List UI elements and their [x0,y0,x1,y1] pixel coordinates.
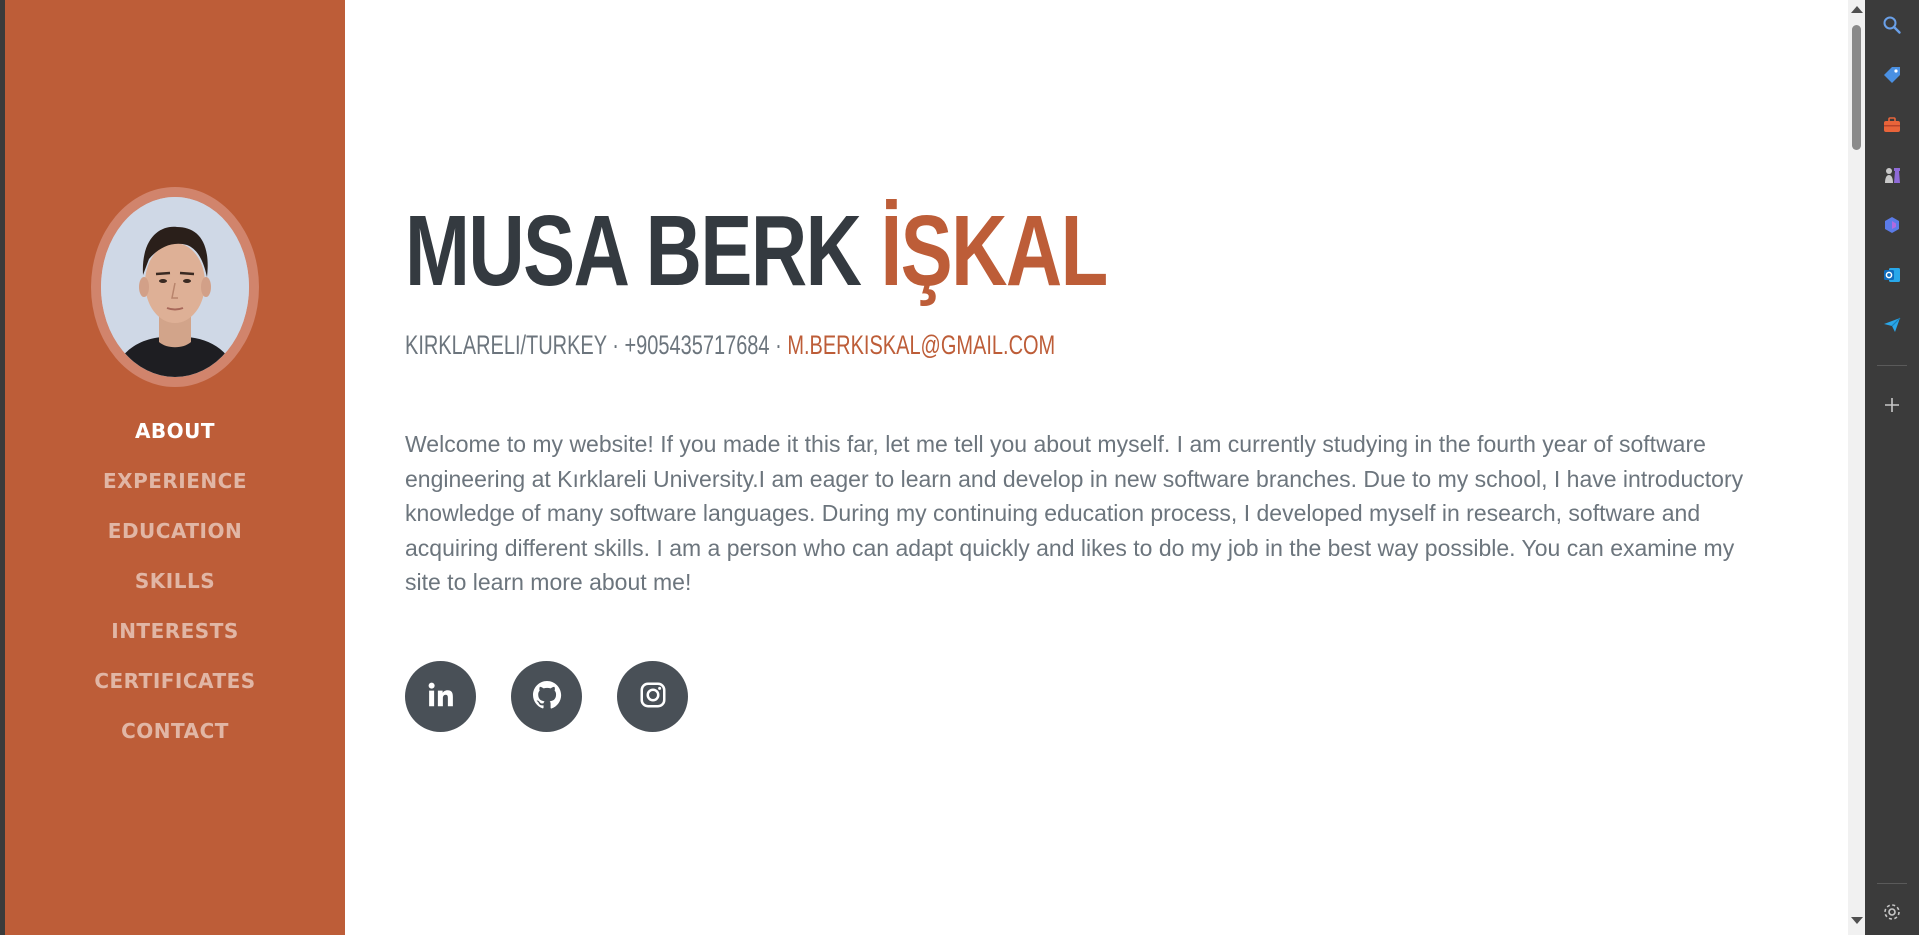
nav-item-certificates[interactable]: CERTIFICATES [94,662,255,700]
settings-icon[interactable] [1880,900,1904,924]
nav-item-experience[interactable]: EXPERIENCE [103,462,247,500]
linkedin-button[interactable] [405,661,476,732]
sidebar: ABOUT EXPERIENCE EDUCATION SKILLS INTERE… [5,0,345,935]
contact-subheading: KIRKLARELI/TURKEY · +905435717684 · M.BE… [405,330,1055,361]
profile-photo-frame [91,187,259,387]
nav-item-about[interactable]: ABOUT [135,412,215,450]
last-name: İŞKAL [880,195,1109,307]
nav-item-education[interactable]: EDUCATION [108,512,242,550]
briefcase-icon[interactable] [1880,113,1904,137]
copilot-icon[interactable] [1880,213,1904,237]
outlook-icon[interactable] [1880,263,1904,287]
github-button[interactable] [511,661,582,732]
scroll-up-arrow-icon[interactable] [1851,6,1863,13]
send-icon[interactable] [1880,313,1904,337]
nav-item-skills[interactable]: SKILLS [135,562,215,600]
instagram-icon [638,680,668,714]
social-icons [405,661,688,732]
search-icon[interactable] [1880,13,1904,37]
about-section: MUSA BERK İŞKAL KIRKLARELI/TURKEY · +905… [345,0,1848,935]
separator: · [612,330,619,360]
vertical-scrollbar[interactable] [1848,0,1865,935]
browser-window: ABOUT EXPERIENCE EDUCATION SKILLS INTERE… [0,0,1919,935]
scroll-down-arrow-icon[interactable] [1851,917,1863,924]
profile-photo [101,197,249,377]
phone-text: +905435717684 [624,330,770,360]
add-icon[interactable] [1880,393,1904,417]
panel-divider [1877,883,1907,884]
email-link[interactable]: M.BERKISKAL@GMAIL.COM [787,330,1055,360]
github-icon [531,679,563,715]
instagram-button[interactable] [617,661,688,732]
bio-text: Welcome to my website! If you made it th… [405,431,1744,595]
tag-icon[interactable] [1880,63,1904,87]
nav-item-interests[interactable]: INTERESTS [111,612,239,650]
chess-icon[interactable] [1880,163,1904,187]
nav-item-contact[interactable]: CONTACT [121,712,229,750]
location-text: KIRKLARELI/TURKEY [405,330,607,360]
separator: · [775,330,782,360]
panel-divider [1877,365,1907,366]
sidebar-nav: ABOUT EXPERIENCE EDUCATION SKILLS INTERE… [5,412,345,762]
scroll-thumb[interactable] [1852,25,1861,150]
browser-side-panel [1865,0,1919,935]
page-title: MUSA BERK İŞKAL [405,195,1109,307]
linkedin-icon [426,680,456,714]
first-name: MUSA BERK [405,195,862,307]
